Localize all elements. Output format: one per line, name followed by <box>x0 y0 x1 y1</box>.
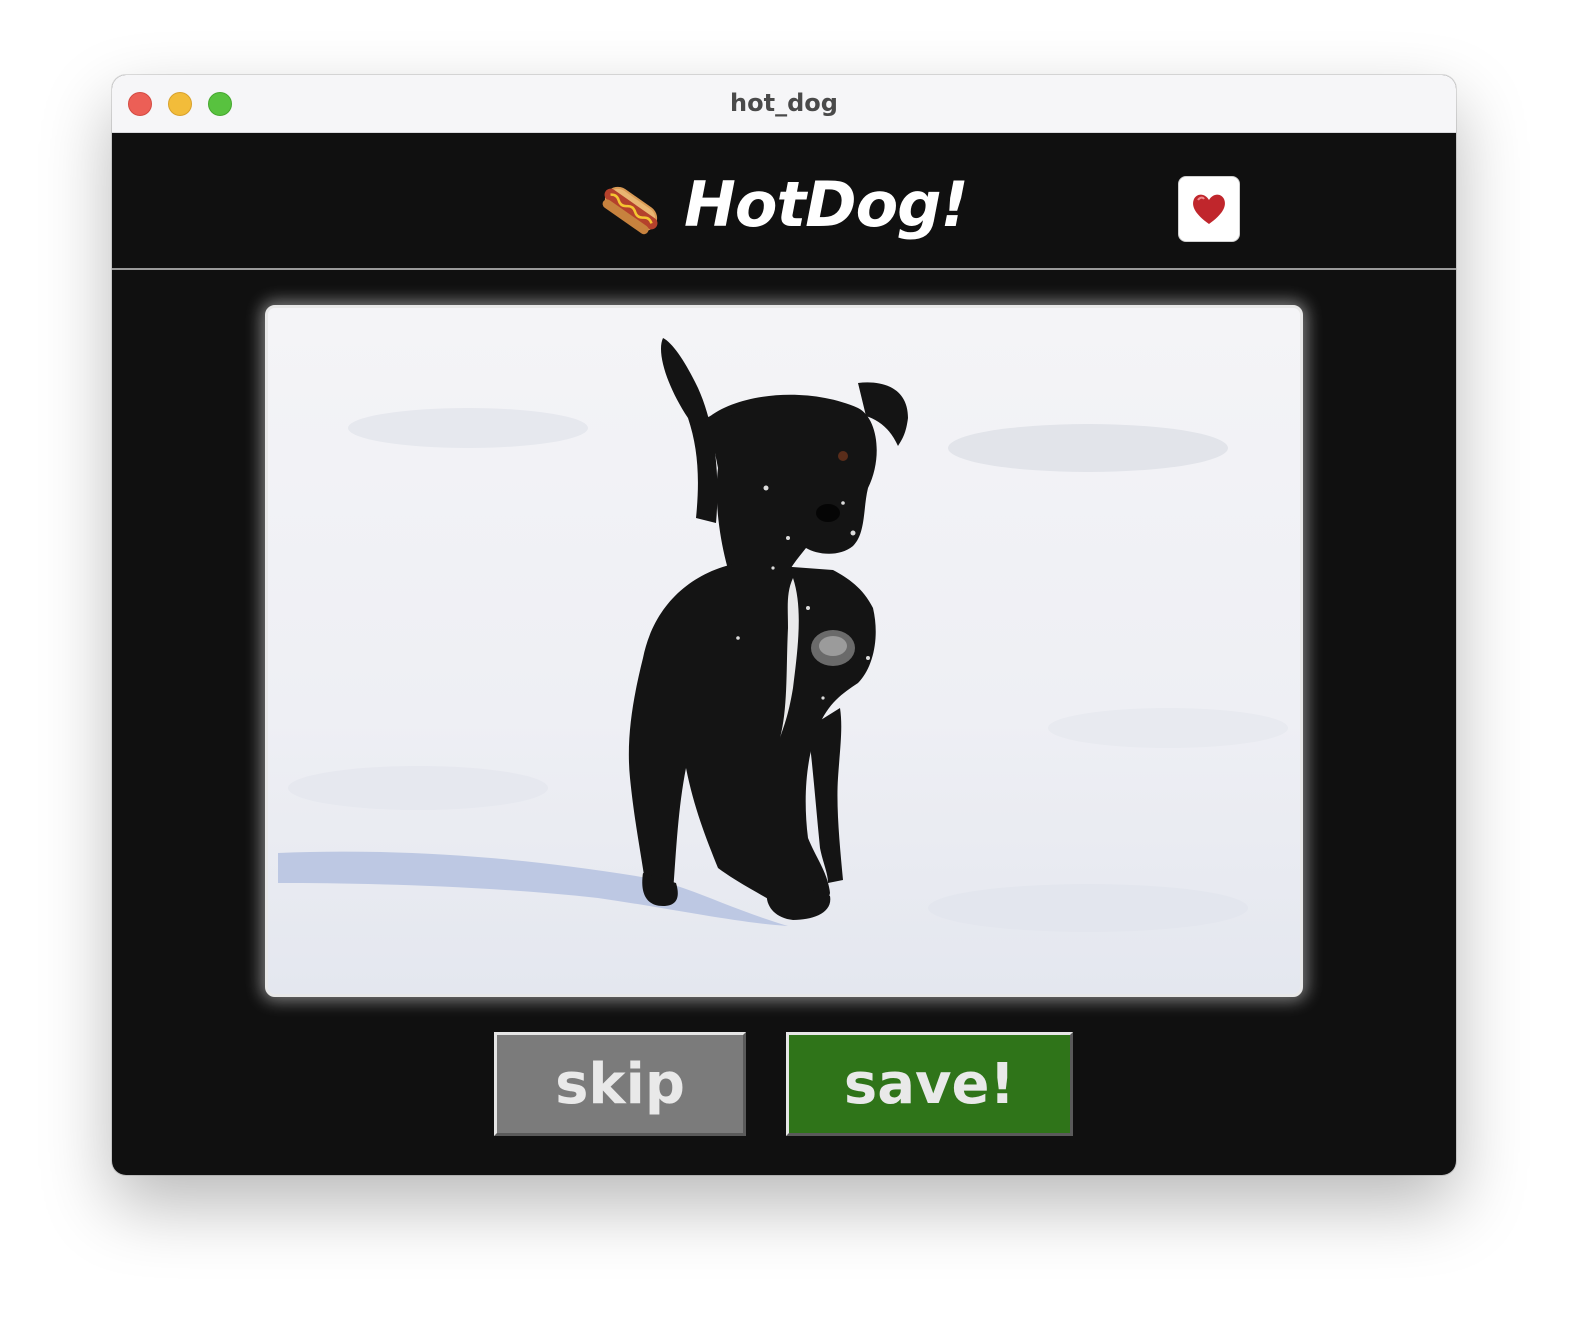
skip-button[interactable]: skip <box>494 1032 746 1136</box>
hotdog-icon <box>602 186 658 235</box>
window-title: hot_dog <box>730 89 838 117</box>
heart-icon <box>1193 194 1225 224</box>
app-window: hot_dog HotDog! skip save! <box>112 75 1456 1175</box>
app-title: HotDog! <box>684 168 969 241</box>
app-header: HotDog! <box>112 132 1456 270</box>
dog-photo <box>265 305 1303 997</box>
title-bar: hot_dog <box>112 75 1456 133</box>
dog-photo-image <box>268 308 1300 994</box>
favorites-button[interactable] <box>1178 176 1240 242</box>
save-button[interactable]: save! <box>786 1032 1073 1136</box>
